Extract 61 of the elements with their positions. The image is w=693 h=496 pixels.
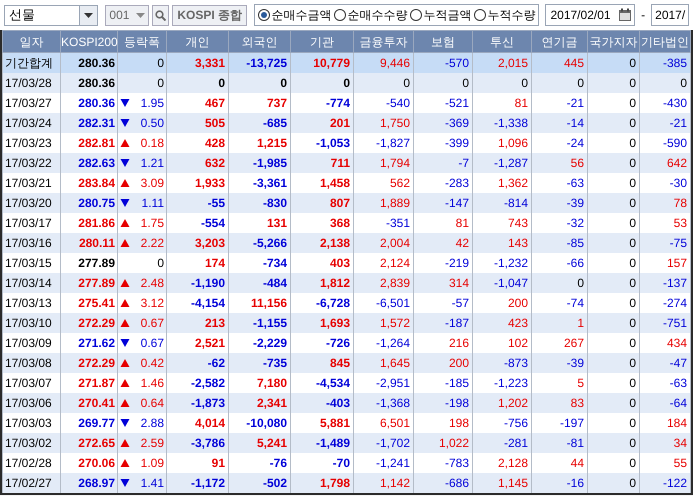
value-cell: -122 (640, 472, 690, 492)
search-button[interactable] (152, 4, 169, 26)
change-value: 0.64 (140, 394, 164, 412)
radio-option[interactable]: 순매수수량 (334, 6, 408, 24)
date-separator: - (640, 7, 646, 24)
radio-option[interactable]: 누적금액 (410, 6, 472, 24)
radio-label: 누적수량 (487, 7, 536, 24)
radio-option[interactable]: 순매수금액 (258, 6, 332, 24)
change-value: 1.41 (140, 474, 164, 492)
start-date-value: 2017/02/01 (549, 7, 612, 24)
change-value: 2.22 (140, 234, 164, 252)
change-value: 0 (157, 74, 164, 92)
start-date-field[interactable]: 2017/02/01 (545, 4, 636, 26)
radio-label: 순매수금액 (271, 7, 332, 24)
market-dropdown[interactable]: 선물 (4, 4, 98, 26)
radio-label: 누적금액 (423, 7, 472, 24)
kospi-cell: 268.97 (60, 472, 118, 492)
change-value: 0.18 (140, 134, 164, 152)
radio-option[interactable]: 누적수량 (474, 6, 536, 24)
value-cell: 1,142 (354, 472, 414, 492)
change-value: 0.67 (140, 314, 164, 332)
change-value: 2.88 (140, 414, 164, 432)
value-cell: -16 (532, 472, 588, 492)
change-value: 2.59 (140, 434, 164, 452)
radio-button[interactable] (334, 9, 346, 21)
radio-button[interactable] (258, 9, 270, 21)
calendar-icon[interactable] (618, 8, 632, 22)
change-value: 1.75 (140, 214, 164, 232)
search-icon (154, 10, 166, 20)
end-date-value: 2017/ (654, 7, 686, 24)
change-value: 3.09 (140, 174, 164, 192)
change-value: 2.48 (140, 274, 164, 292)
column-header: 일자 (2, 30, 60, 52)
value-cell: -502 (228, 472, 290, 492)
code-combo[interactable]: 001 (105, 4, 149, 26)
value-cell: 0 (588, 472, 640, 492)
change-value: 0.67 (140, 334, 164, 352)
radio-label: 순매수수량 (347, 7, 408, 24)
change-value: 0.50 (140, 114, 164, 132)
value-cell: -686 (414, 472, 472, 492)
value-cell: -1,172 (166, 472, 228, 492)
change-value: 1.95 (140, 94, 164, 112)
radio-button[interactable] (474, 9, 486, 21)
value-cell: 1,145 (472, 472, 532, 492)
caret-down-icon (84, 12, 94, 18)
change-value: 1.46 (140, 374, 164, 392)
change-value: 1.21 (140, 154, 164, 172)
market-value: 선물 (8, 6, 36, 24)
change-value: 0 (157, 54, 164, 72)
end-date-field[interactable]: 2017/ (651, 4, 689, 26)
caret-down-icon (136, 12, 145, 18)
change-value: 0 (157, 254, 164, 272)
change-value: 1.11 (142, 194, 164, 212)
change-value: 3.12 (140, 294, 164, 312)
change-value: 0.42 (140, 354, 164, 372)
change-value: 1.09 (140, 454, 164, 472)
radio-button[interactable] (410, 9, 422, 21)
date-cell: 17/02/27 (2, 472, 60, 492)
value-cell: 1,798 (290, 472, 354, 492)
index-button[interactable]: KOSPI 종합 (172, 4, 248, 26)
code-value: 001 (108, 7, 130, 24)
